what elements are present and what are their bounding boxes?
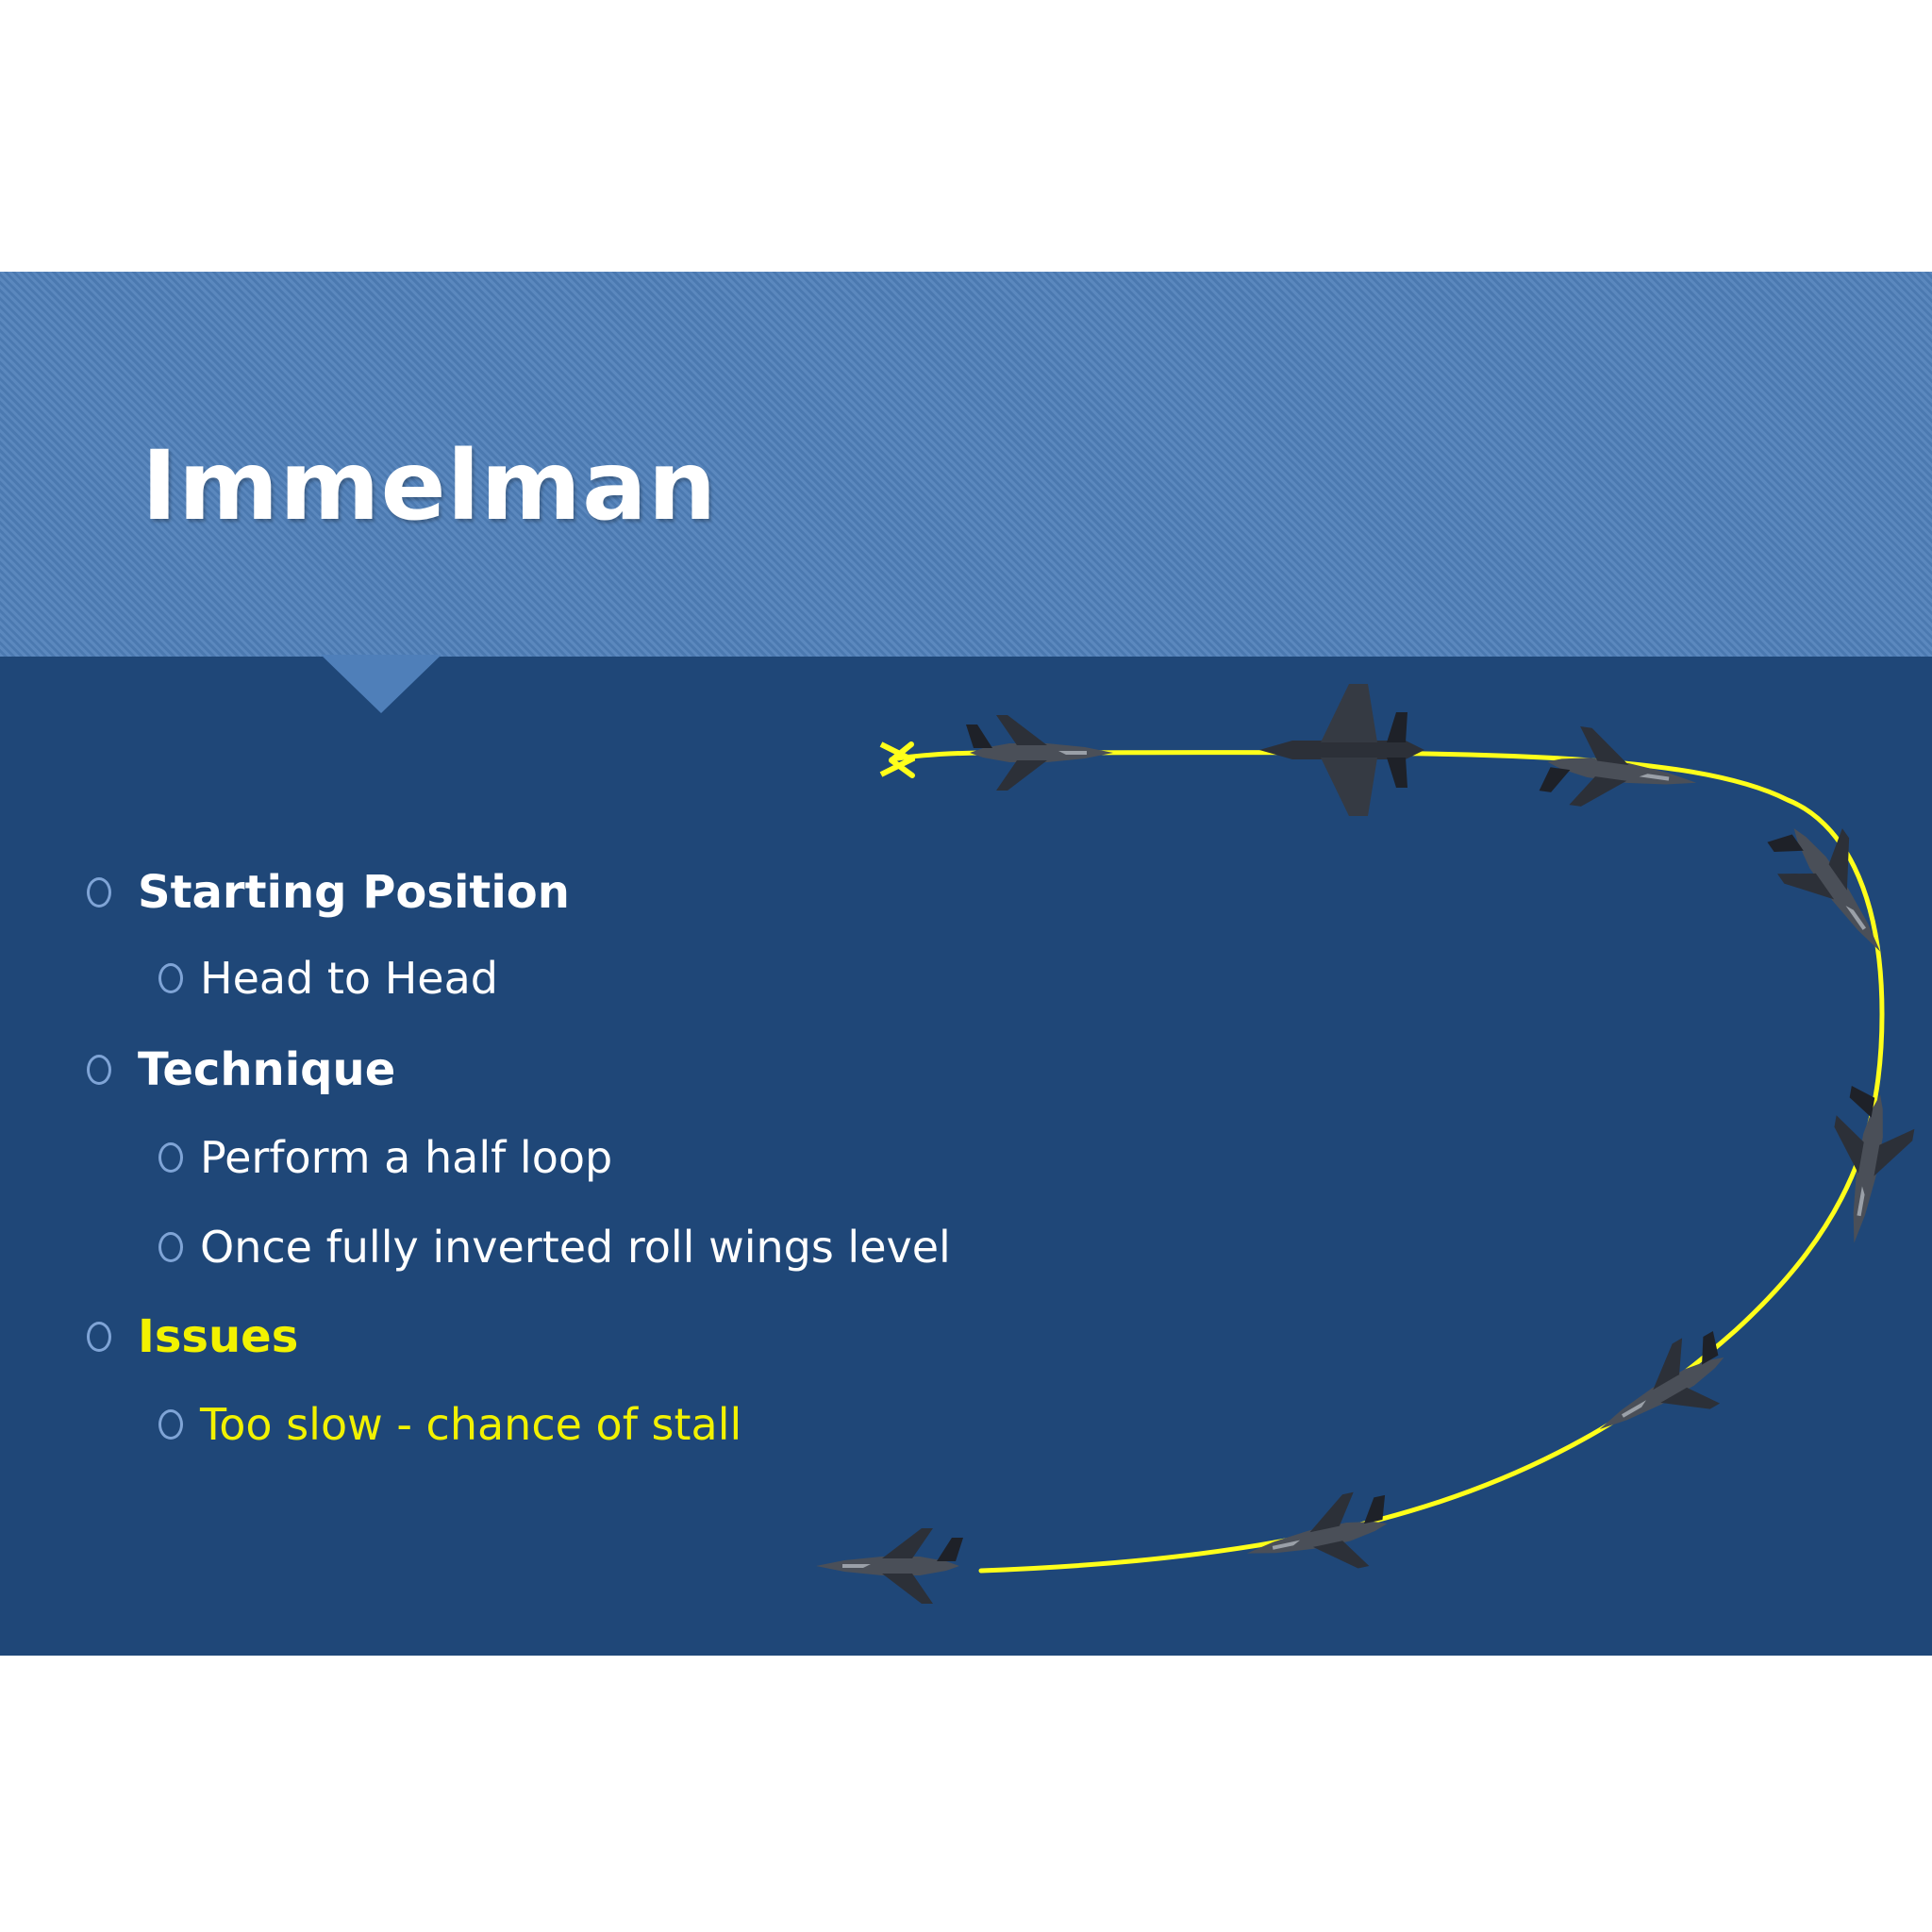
fighter-jet-icon: [1259, 684, 1424, 816]
fighter-jet-icon: [966, 715, 1113, 791]
flight-path: [889, 750, 1885, 1574]
fighter-jet-icon: [816, 1528, 963, 1604]
fighter-jet-icon: [1815, 1084, 1921, 1251]
fighter-jet-icon: [1239, 1486, 1399, 1591]
fighter-jet-icon: [1538, 722, 1703, 823]
slide: Immelman Starting Position Head to Head …: [0, 272, 1932, 1656]
immelman-diagram: [816, 684, 1921, 1604]
fighter-jet-icon: [1758, 802, 1913, 974]
